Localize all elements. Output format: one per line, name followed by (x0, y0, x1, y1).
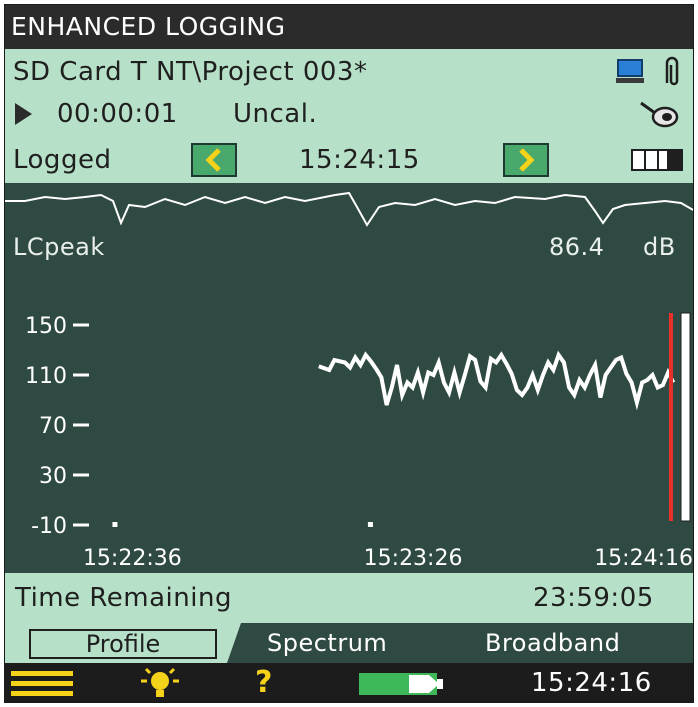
time-remaining-value: 23:59:05 (533, 583, 654, 613)
parameter-value: 86.4 (549, 233, 605, 261)
device-screen: ENHANCED LOGGING SD Card T NT\Project 00… (4, 4, 694, 703)
data-dot (112, 522, 118, 527)
x-tick-label: 15:23:26 (364, 546, 463, 571)
tab-bar: Profile Spectrum Broadband (5, 623, 693, 663)
chevron-right-icon (519, 148, 535, 172)
paperclip-icon (665, 56, 679, 86)
elapsed-time: 00:00:01 (57, 99, 178, 129)
navigation-row: Logged 15:24:15 (5, 139, 693, 181)
microphone-icon (640, 101, 679, 128)
title-bar: ENHANCED LOGGING (5, 5, 693, 49)
tab-broadband[interactable]: Broadband (485, 629, 620, 657)
y-tick-mark (73, 423, 89, 427)
y-tick-mark (73, 523, 89, 527)
series-line (318, 350, 676, 411)
parameter-label[interactable]: LCpeak (13, 233, 105, 261)
menu-icon[interactable] (11, 671, 73, 697)
screen-title: ENHANCED LOGGING (11, 12, 286, 41)
plot-area[interactable]: LCpeak 86.4 dB 150 110 70 30 -10 15:22:36 15:… (5, 183, 693, 573)
project-row: SD Card T NT\Project 003* (5, 51, 693, 93)
y-tick-mark (73, 373, 89, 377)
y-tick-label: 30 (39, 464, 67, 489)
y-tick-mark (73, 473, 89, 477)
play-icon[interactable] (13, 102, 33, 126)
bottom-bar: ? 15:24:16 (5, 663, 693, 702)
help-icon[interactable]: ? (255, 665, 272, 701)
backlight-bulb-icon[interactable] (137, 666, 183, 702)
y-tick-label: -10 (31, 514, 67, 539)
x-tick-label: 15:24:16 (594, 546, 693, 571)
y-tick-label: 70 (39, 414, 67, 439)
y-tick-label: 110 (25, 364, 67, 389)
status-label: Time Remaining (15, 583, 232, 613)
timer-row: 00:00:01 Uncal. (5, 93, 693, 135)
parameter-unit: dB (643, 233, 676, 261)
status-bar: Time Remaining 23:59:05 (5, 573, 693, 623)
computer-icon (616, 59, 644, 83)
mode-label: Logged (13, 145, 112, 175)
data-dot (367, 522, 373, 527)
info-panel: SD Card T NT\Project 003* 00:00:01 Uncal… (5, 49, 693, 183)
system-clock: 15:24:16 (531, 668, 652, 698)
cursor-time: 15:24:15 (299, 145, 420, 175)
level-bars-icon[interactable] (631, 149, 683, 171)
y-tick-mark (73, 323, 89, 327)
x-tick-label: 15:22:36 (83, 546, 182, 571)
level-chart: 150 110 70 30 -10 15:22:36 15:23:26 15:24:16 (25, 312, 693, 571)
project-path[interactable]: SD Card T NT\Project 003* (13, 51, 367, 93)
next-button[interactable] (503, 143, 549, 177)
tab-spectrum[interactable]: Spectrum (267, 629, 387, 657)
red-cursor-line[interactable] (669, 313, 673, 521)
tab-profile-label: Profile (85, 630, 161, 658)
calibration-status: Uncal. (233, 99, 318, 129)
overview-trace (5, 191, 693, 227)
battery-icon[interactable] (359, 673, 447, 695)
tab-profile[interactable]: Profile (29, 629, 217, 659)
y-tick-label: 150 (25, 314, 67, 339)
chevron-left-icon (205, 148, 221, 172)
prev-button[interactable] (191, 143, 237, 177)
level-meter (680, 312, 691, 522)
